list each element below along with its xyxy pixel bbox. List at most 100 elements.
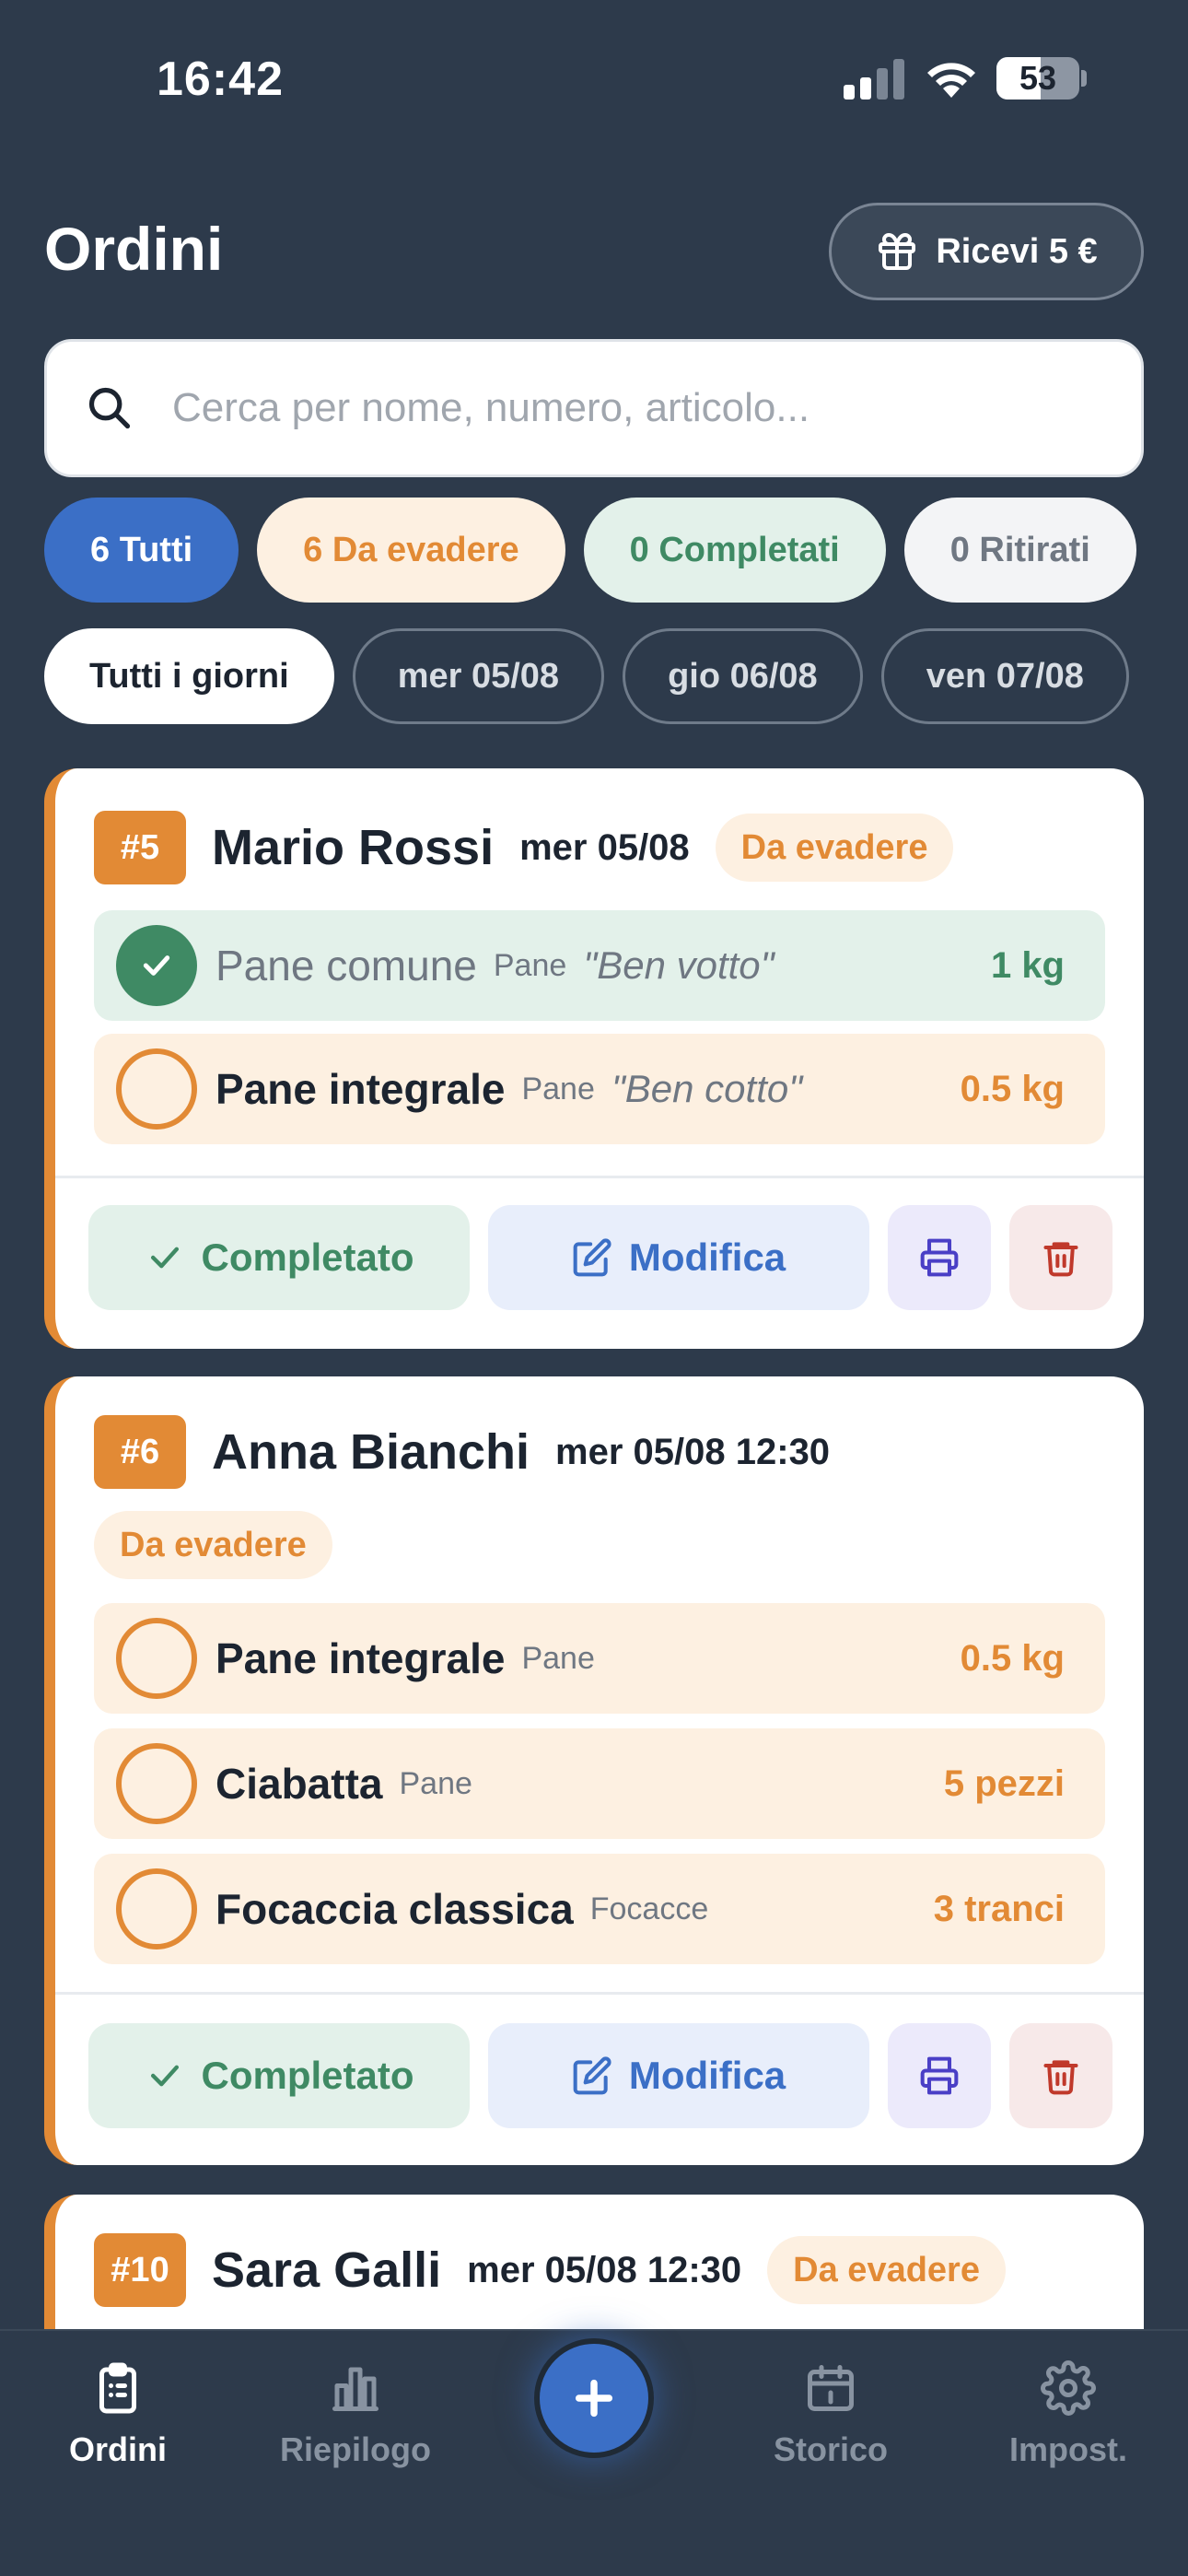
order-number: #6 [94, 1415, 186, 1489]
wifi-icon [927, 63, 975, 98]
nav-item-settings[interactable]: Impost. [967, 2360, 1170, 2469]
order-actions: Completato Modifica [88, 1205, 1112, 1310]
printer-icon [920, 2056, 959, 2095]
trash-icon [1043, 1242, 1078, 1277]
item-category: Focacce [589, 1891, 709, 1926]
nav-item-summary[interactable]: Riepilogo [254, 2360, 457, 2469]
item-quantity: 3 tranci [933, 1888, 1065, 1929]
order-item[interactable]: Pane integrale Pane 0.5 kg [94, 1603, 1105, 1714]
clipboard-icon [99, 2362, 136, 2414]
order-date: mer 05/08 12:30 [555, 1431, 831, 1472]
item-category: Pane [399, 1765, 472, 1801]
order-item[interactable]: Ciabatta Pane 5 pezzi [94, 1728, 1105, 1839]
nav-label: Storico [773, 2430, 888, 2468]
add-order-button[interactable] [534, 2338, 654, 2458]
calendar-icon [808, 2365, 854, 2411]
edit-icon [573, 2056, 611, 2095]
signal-icon [844, 59, 904, 100]
delete-button[interactable] [1009, 2023, 1112, 2128]
item-checkbox[interactable] [116, 1618, 197, 1699]
status-bar: 16:42 53 [0, 0, 1188, 157]
nav-item-orders[interactable]: Ordini [17, 2360, 219, 2469]
edit-label: Modifica [628, 1235, 786, 1279]
search-bar[interactable] [44, 339, 1144, 477]
day-chip-fri[interactable]: ven 07/08 [880, 628, 1129, 724]
order-number: #10 [94, 2233, 186, 2307]
check-icon [150, 2065, 179, 2087]
item-category: Pane [521, 1640, 595, 1676]
order-header: #5 Mario Rossi mer 05/08 Da evadere [94, 811, 954, 884]
item-name: Pane integrale [215, 1634, 506, 1682]
status-badge: Da evadere [767, 2236, 1006, 2304]
item-checkbox[interactable] [116, 1868, 197, 1950]
check-icon [150, 1247, 179, 1269]
item-note: "Ben cotto" [611, 1067, 803, 1110]
day-chip-wed[interactable]: mer 05/08 [352, 628, 605, 724]
complete-label: Completato [201, 2054, 414, 2097]
item-quantity: 1 kg [990, 944, 1065, 986]
order-date: mer 05/08 12:30 [467, 2249, 742, 2290]
filter-chip-picked-up[interactable]: 0 Ritirati [903, 498, 1136, 603]
item-name: Ciabatta [215, 1760, 383, 1808]
search-input[interactable] [172, 385, 1093, 431]
edit-button[interactable]: Modifica [488, 1205, 869, 1310]
item-checkbox[interactable] [116, 1048, 197, 1130]
status-filter-row: 6 Tutti 6 Da evadere 0 Completati 0 Riti… [44, 498, 1144, 603]
item-quantity: 0.5 kg [960, 1637, 1065, 1679]
edit-icon [573, 1238, 611, 1277]
edit-button[interactable]: Modifica [488, 2023, 869, 2128]
battery-indicator: 53 [996, 57, 1079, 100]
filter-chip-all[interactable]: 6 Tutti [44, 498, 239, 603]
complete-button[interactable]: Completato [88, 1205, 470, 1310]
status-badge: Da evadere [94, 1511, 332, 1579]
gift-icon [879, 233, 916, 270]
page-title: Ordini [44, 215, 224, 283]
trash-icon [1043, 2060, 1078, 2095]
filter-chip-pending[interactable]: 6 Da evadere [257, 498, 565, 603]
search-icon [88, 387, 131, 429]
status-time: 16:42 [157, 53, 284, 106]
item-note: "Ben votto" [583, 943, 775, 987]
order-number: #5 [94, 811, 186, 884]
battery-nub [1081, 70, 1087, 87]
order-date: mer 05/08 [519, 826, 690, 868]
item-checkbox[interactable] [116, 1743, 197, 1824]
item-name: Focaccia classica [215, 1885, 574, 1933]
nav-item-history[interactable]: Storico [729, 2360, 932, 2469]
order-header: #10 Sara Galli mer 05/08 12:30 Da evader… [94, 2233, 1006, 2307]
order-item[interactable]: Focaccia classica Focacce 3 tranci [94, 1854, 1105, 1964]
day-filter-row: Tutti i giorni mer 05/08 gio 06/08 ven 0… [44, 628, 1144, 724]
order-card[interactable]: #6 Anna Bianchi mer 05/08 12:30 Da evade… [44, 1376, 1144, 2165]
item-quantity: 5 pezzi [943, 1762, 1065, 1804]
referral-button[interactable]: Ricevi 5 € [829, 203, 1144, 300]
printer-icon [920, 1238, 959, 1277]
complete-label: Completato [201, 1235, 414, 1279]
delete-button[interactable] [1009, 1205, 1112, 1310]
filter-chip-completed[interactable]: 0 Completati [583, 498, 886, 603]
referral-label: Ricevi 5 € [936, 231, 1098, 271]
card-divider [55, 1992, 1144, 1995]
item-name: Pane comune [215, 942, 477, 989]
nav-label: Riepilogo [280, 2430, 431, 2468]
order-actions: Completato Modifica [88, 2023, 1112, 2128]
item-checkbox[interactable] [116, 925, 197, 1006]
gear-icon [1041, 2360, 1096, 2416]
order-item[interactable]: Pane integrale Pane "Ben cotto" 0.5 kg [94, 1034, 1105, 1144]
item-quantity: 0.5 kg [960, 1068, 1065, 1109]
day-chip-thu[interactable]: gio 06/08 [623, 628, 863, 724]
card-divider [55, 1176, 1144, 1178]
print-button[interactable] [888, 2023, 991, 2128]
day-chip-all[interactable]: Tutti i giorni [44, 628, 334, 724]
customer-name: Anna Bianchi [212, 1424, 530, 1480]
complete-button[interactable]: Completato [88, 2023, 470, 2128]
order-item[interactable]: Pane comune Pane "Ben votto" 1 kg [94, 910, 1105, 1021]
order-card[interactable]: #5 Mario Rossi mer 05/08 Da evadere Pane… [44, 768, 1144, 1349]
item-name: Pane integrale [215, 1065, 506, 1113]
status-badge: Da evadere [715, 814, 954, 882]
edit-label: Modifica [628, 2054, 786, 2097]
plus-icon [575, 2379, 613, 2418]
print-button[interactable] [888, 1205, 991, 1310]
item-category: Pane [521, 1071, 595, 1107]
item-category: Pane [493, 947, 567, 983]
nav-label: Ordini [69, 2430, 167, 2468]
